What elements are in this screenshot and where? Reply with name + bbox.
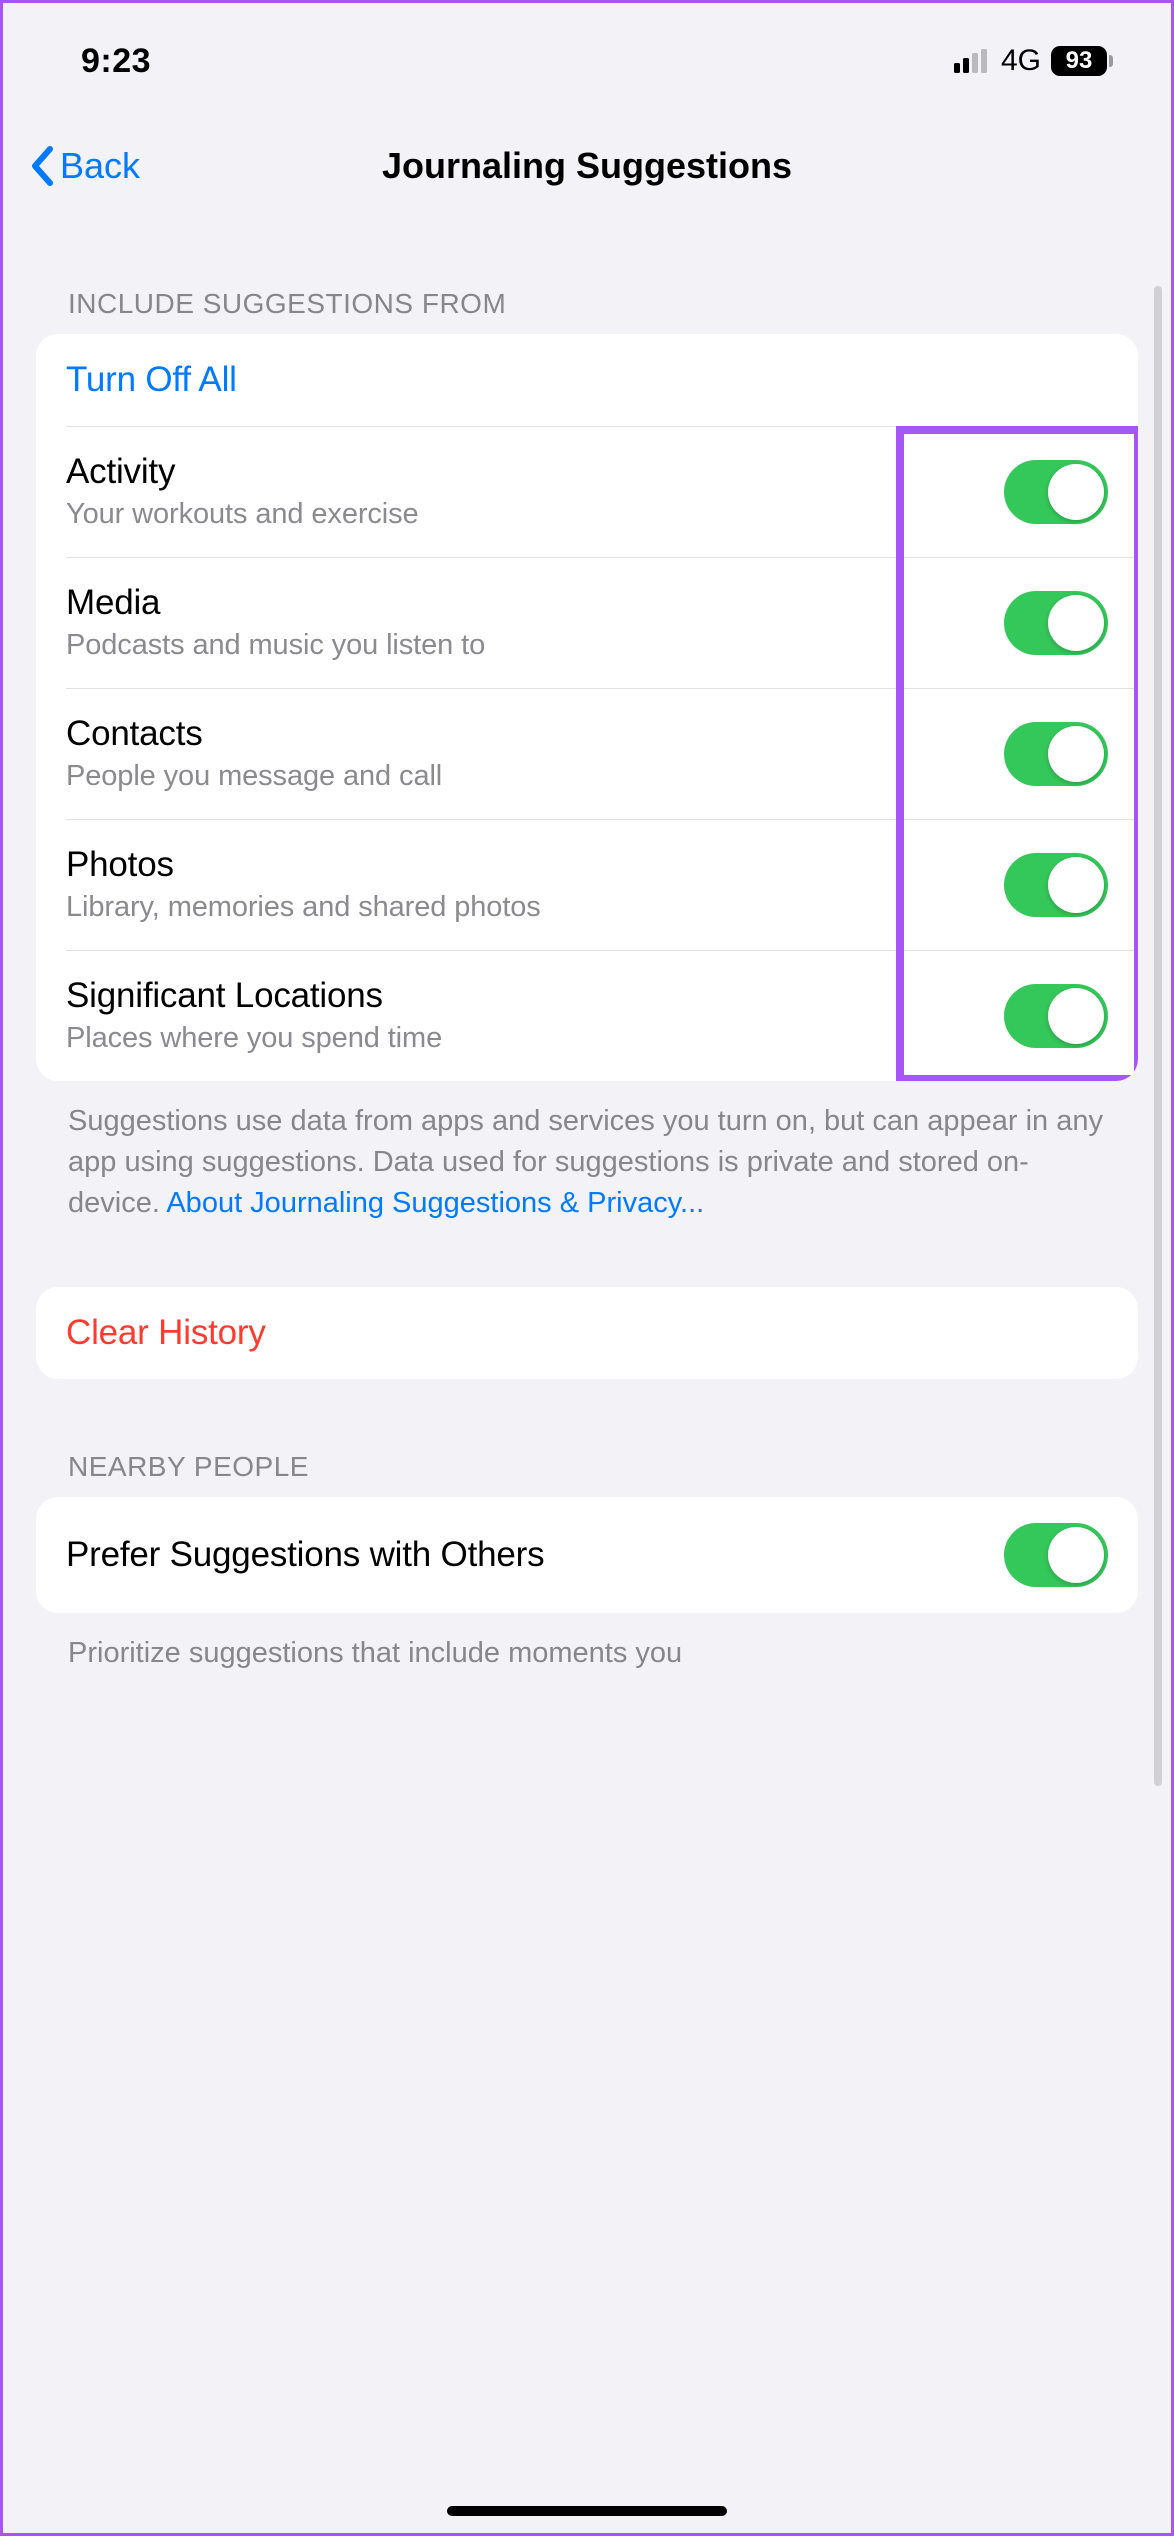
prefer-others-row: Prefer Suggestions with Others <box>36 1497 1138 1613</box>
contacts-toggle[interactable] <box>1004 722 1108 786</box>
prefer-others-title: Prefer Suggestions with Others <box>66 1535 1004 1575</box>
suggestions-sources-group: Turn Off All Activity Your workouts and … <box>36 334 1138 1081</box>
scroll-indicator <box>1154 286 1162 1786</box>
photos-row: Photos Library, memories and shared phot… <box>36 819 1138 950</box>
media-toggle[interactable] <box>1004 591 1108 655</box>
section-footer-include: Suggestions use data from apps and servi… <box>6 1081 1168 1225</box>
photos-toggle[interactable] <box>1004 853 1108 917</box>
page-title: Journaling Suggestions <box>6 145 1168 187</box>
prefer-others-toggle[interactable] <box>1004 1523 1108 1587</box>
activity-subtitle: Your workouts and exercise <box>66 498 1004 531</box>
clear-history-button[interactable]: Clear History <box>36 1287 1138 1379</box>
contacts-row: Contacts People you message and call <box>36 688 1138 819</box>
section-header-nearby: NEARBY PEOPLE <box>6 1379 1168 1497</box>
battery-level: 93 <box>1051 46 1107 76</box>
back-button[interactable]: Back <box>30 145 140 187</box>
photos-subtitle: Library, memories and shared photos <box>66 891 1004 924</box>
activity-title: Activity <box>66 452 1004 492</box>
battery-icon: 93 <box>1051 46 1113 76</box>
significant-locations-subtitle: Places where you spend time <box>66 1022 1004 1055</box>
significant-locations-row: Significant Locations Places where you s… <box>36 950 1138 1081</box>
photos-title: Photos <box>66 845 1004 885</box>
media-subtitle: Podcasts and music you listen to <box>66 629 1004 662</box>
activity-toggle[interactable] <box>1004 460 1108 524</box>
contacts-title: Contacts <box>66 714 1004 754</box>
activity-row: Activity Your workouts and exercise <box>36 426 1138 557</box>
nearby-people-group: Prefer Suggestions with Others <box>36 1497 1138 1613</box>
status-bar: 9:23 4G 93 <box>6 6 1168 116</box>
significant-locations-title: Significant Locations <box>66 976 1004 1016</box>
contacts-subtitle: People you message and call <box>66 760 1004 793</box>
chevron-left-icon <box>30 146 54 186</box>
media-title: Media <box>66 583 1004 623</box>
status-indicators: 4G 93 <box>954 44 1113 78</box>
section-header-include: INCLUDE SUGGESTIONS FROM <box>6 216 1168 334</box>
turn-off-all-button[interactable]: Turn Off All <box>36 334 1138 426</box>
section-footer-nearby: Prioritize suggestions that include mome… <box>6 1613 1168 1674</box>
privacy-link[interactable]: About Journaling Suggestions & Privacy..… <box>166 1187 704 1219</box>
nav-bar: Back Journaling Suggestions <box>6 116 1168 216</box>
home-indicator[interactable] <box>447 2506 727 2516</box>
clear-history-group: Clear History <box>36 1287 1138 1379</box>
network-type: 4G <box>1001 44 1041 78</box>
status-time: 9:23 <box>81 42 151 81</box>
back-label: Back <box>60 145 140 187</box>
significant-locations-toggle[interactable] <box>1004 984 1108 1048</box>
turn-off-all-label: Turn Off All <box>66 360 1108 400</box>
cellular-signal-icon <box>954 49 987 73</box>
media-row: Media Podcasts and music you listen to <box>36 557 1138 688</box>
clear-history-label: Clear History <box>66 1313 1108 1353</box>
